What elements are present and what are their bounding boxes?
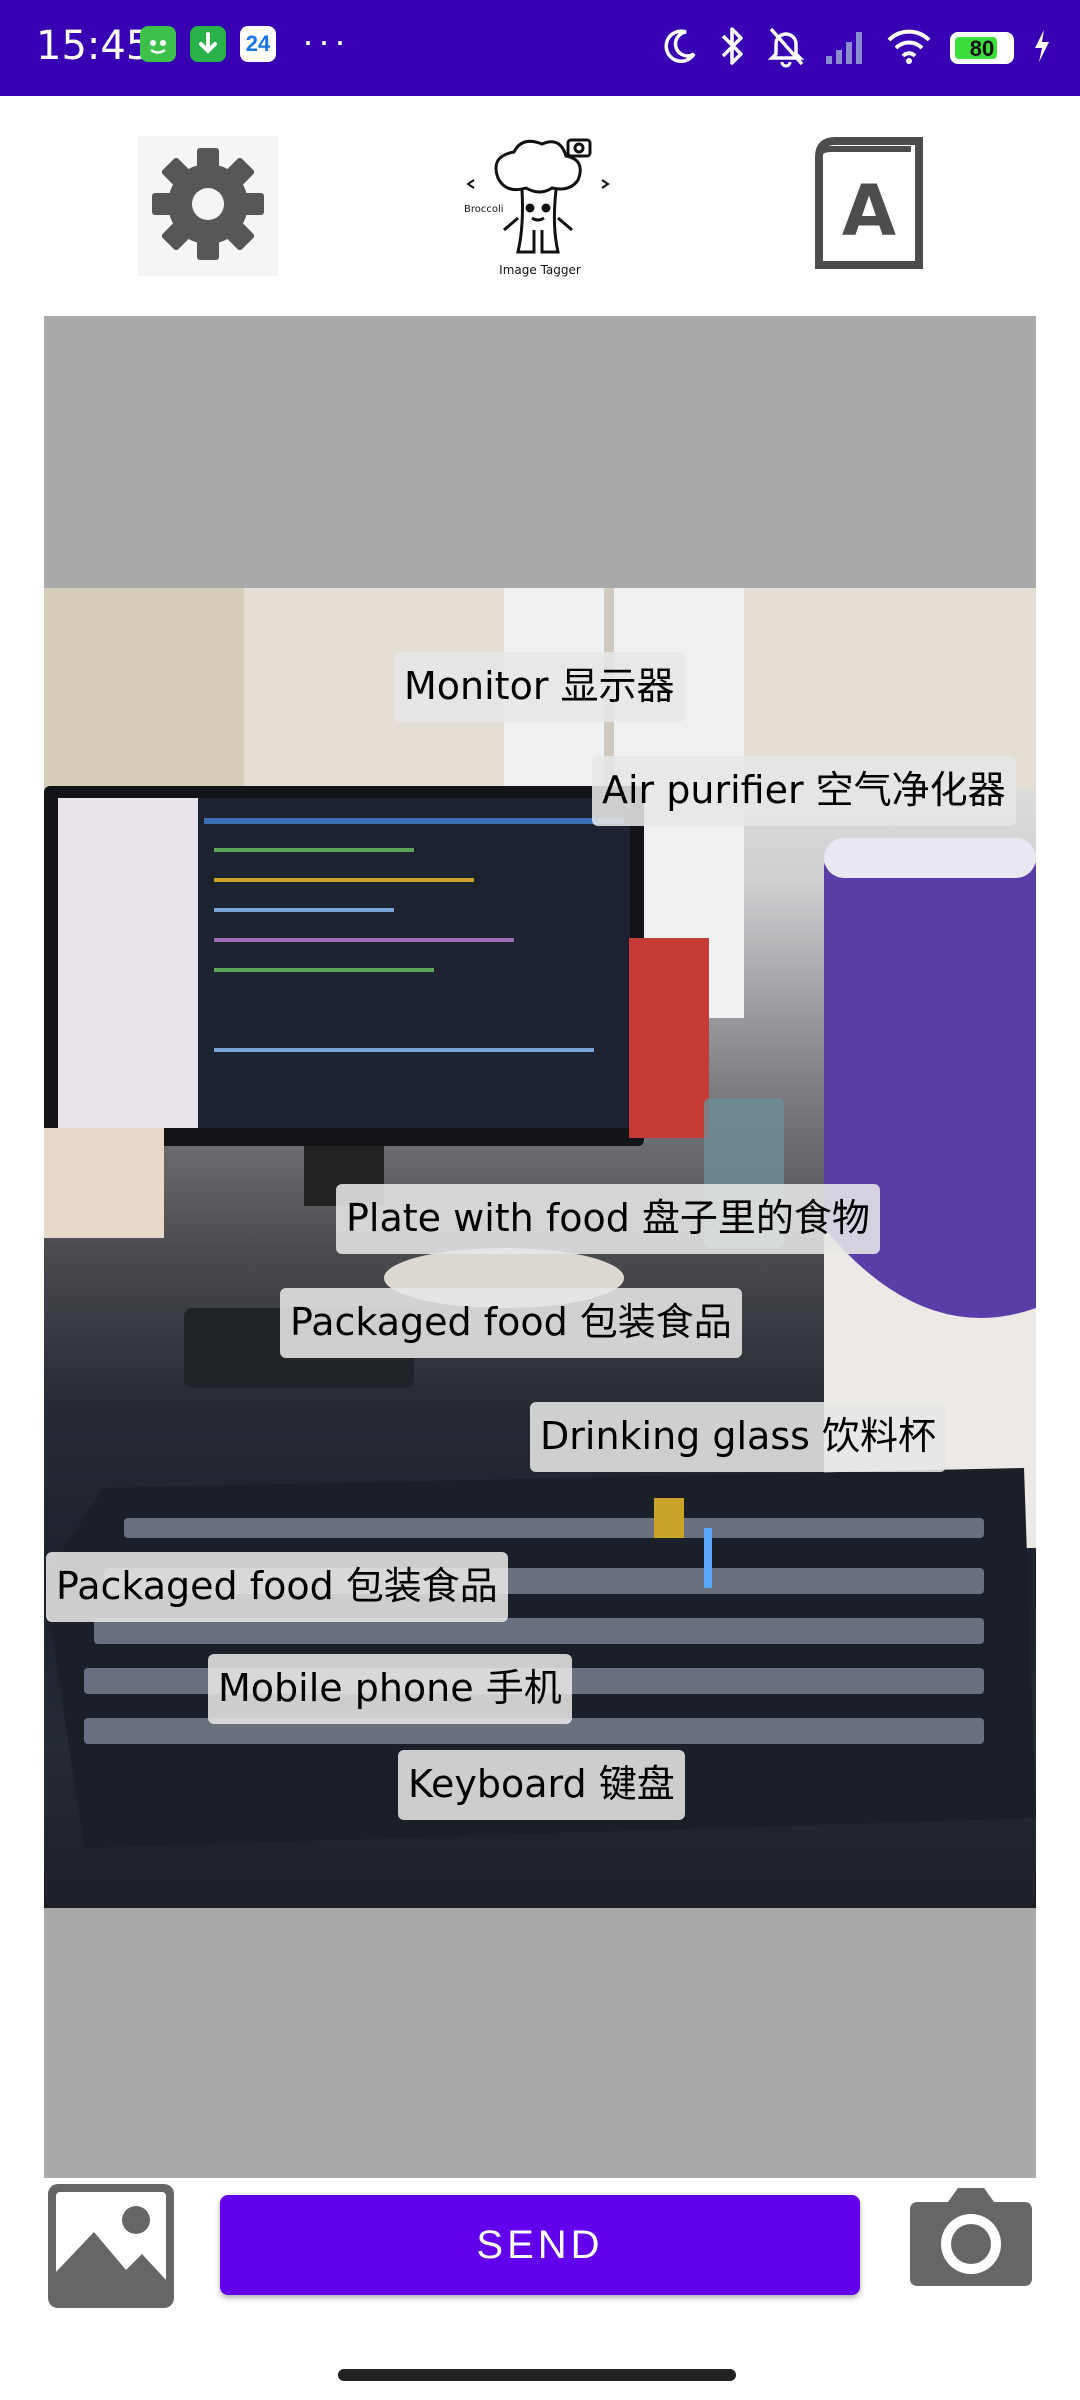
tag-label: Mobile phone 手机 xyxy=(208,1654,572,1724)
camera-button[interactable] xyxy=(906,2180,1036,2304)
moon-icon xyxy=(660,26,700,71)
tag-label: Drinking glass 饮料杯 xyxy=(530,1402,947,1472)
tag-label: Packaged food 包装食品 xyxy=(46,1552,508,1622)
tag-label: Air purifier 空气净化器 xyxy=(592,756,1016,826)
signal-icon xyxy=(824,26,868,71)
notification-app-icon xyxy=(140,26,176,62)
dictionary-icon: A xyxy=(803,135,927,280)
battery-percent: 80 xyxy=(969,36,995,61)
gallery-button[interactable] xyxy=(44,2180,178,2312)
tag-label: Packaged food 包装食品 xyxy=(280,1288,742,1358)
tagged-photo: Monitor 显示器 Air purifier 空气净化器 Plate wit… xyxy=(44,588,1036,1908)
gear-icon xyxy=(148,144,268,269)
settings-button[interactable] xyxy=(138,136,278,276)
status-time: 15:45 xyxy=(36,23,152,69)
charging-icon xyxy=(1032,28,1052,69)
more-notifications-icon: ··· xyxy=(302,20,350,61)
tag-label: Monitor 显示器 xyxy=(394,652,685,722)
bell-off-icon xyxy=(766,24,806,73)
logo-caption: Image Tagger xyxy=(499,263,581,277)
send-button[interactable]: SEND xyxy=(220,2195,860,2295)
dictionary-button[interactable]: A xyxy=(800,134,930,280)
logo-brand: Broccoli xyxy=(464,204,504,215)
status-bar: 15:45 24 ··· 80 xyxy=(0,0,1080,96)
calendar-date: 24 xyxy=(245,31,271,56)
camera-icon xyxy=(906,2188,1036,2308)
dictionary-letter: A xyxy=(842,170,896,252)
bluetooth-icon xyxy=(718,24,748,73)
image-icon xyxy=(44,2184,178,2316)
app-logo: Broccoli Image Tagger xyxy=(460,134,620,284)
tag-label: Keyboard 键盘 xyxy=(398,1750,685,1820)
calendar-icon: 24 xyxy=(240,26,276,62)
battery-icon: 80 xyxy=(950,32,1014,64)
wifi-icon xyxy=(886,26,932,71)
home-indicator[interactable] xyxy=(338,2369,736,2381)
download-icon xyxy=(190,26,226,62)
status-icons: 80 xyxy=(660,20,1052,76)
tag-label: Plate with food 盘子里的食物 xyxy=(336,1184,880,1254)
